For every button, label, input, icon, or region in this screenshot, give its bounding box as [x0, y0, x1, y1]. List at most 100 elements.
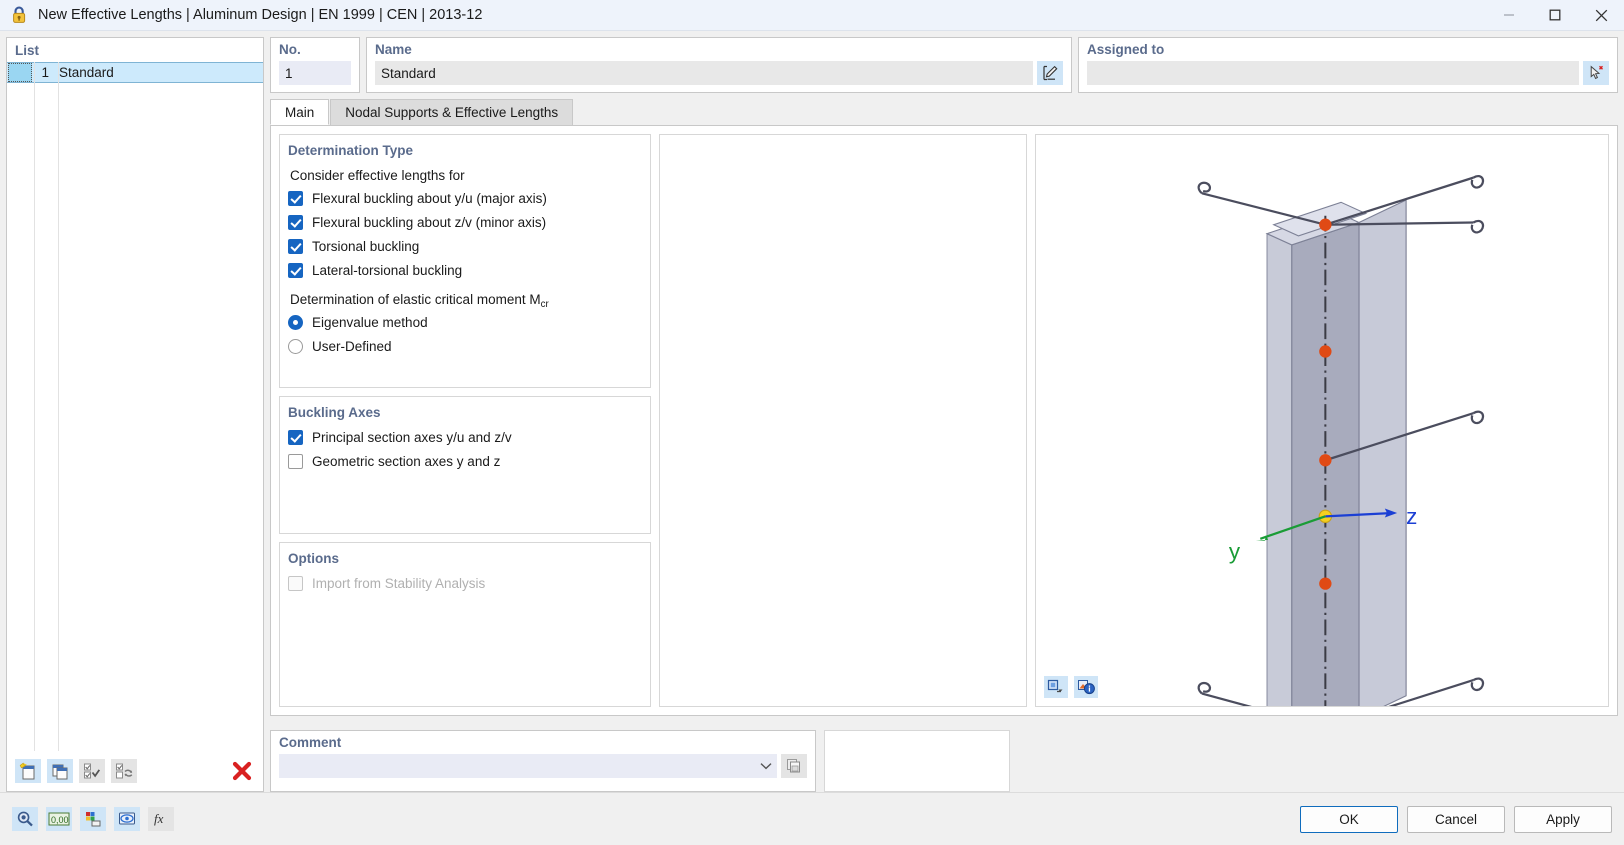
view-toolbar	[1044, 676, 1098, 698]
checkbox-principal-axes-box[interactable]	[288, 430, 303, 445]
svg-text:fx: fx	[154, 811, 164, 826]
tab-main-label: Main	[285, 104, 315, 120]
options-caption: Options	[288, 551, 339, 566]
close-button[interactable]	[1578, 0, 1624, 31]
fx-icon[interactable]: fx	[148, 807, 174, 831]
comment-caption: Comment	[279, 735, 342, 750]
list-caption: List	[15, 43, 40, 58]
copy-icon[interactable]	[47, 759, 73, 783]
checkbox-torsional-buckling-label: Torsional buckling	[312, 239, 420, 254]
comment-combobox[interactable]	[279, 754, 777, 778]
dialog-body: List 1 Standard No. 1 Name Standard Assi…	[0, 31, 1624, 792]
effective-lengths-dialog: New Effective Lengths | Aluminum Design …	[0, 0, 1624, 845]
comment-group: Comment	[270, 730, 816, 792]
copy-comment-icon[interactable]	[781, 754, 807, 778]
name-input-row	[375, 61, 1063, 85]
checkbox-flexural-z-box[interactable]	[288, 215, 303, 230]
assigned-input-row	[1087, 61, 1609, 85]
checkbox-flexural-y-box[interactable]	[288, 191, 303, 206]
select-objects-icon[interactable]	[1583, 61, 1609, 85]
info-icon[interactable]	[1074, 676, 1098, 698]
radio-eigenvalue-method-label: Eigenvalue method	[312, 315, 428, 330]
comment-side-panel	[824, 730, 1010, 792]
checkbox-lateral-torsional-buckling[interactable]: Lateral-torsional buckling	[288, 263, 642, 278]
elastic-critical-moment-label: Determination of elastic critical moment…	[290, 292, 642, 310]
apply-button[interactable]: Apply	[1514, 805, 1612, 833]
window-controls	[1486, 0, 1624, 31]
dialog-footer: 0,00 fx OK Cancel Apply	[0, 792, 1624, 845]
list-item-label: Standard	[59, 65, 114, 80]
checkbox-flexural-y[interactable]: Flexural buckling about y/u (major axis)	[288, 191, 642, 206]
checkbox-principal-axes-label: Principal section axes y/u and z/v	[312, 430, 512, 445]
preview-panel	[659, 134, 1027, 707]
radio-user-defined-dot[interactable]	[288, 339, 303, 354]
assigned-input[interactable]	[1087, 61, 1579, 85]
minimize-button[interactable]	[1486, 0, 1532, 31]
checkbox-torsional-buckling[interactable]: Torsional buckling	[288, 239, 642, 254]
checkbox-torsional-buckling-box[interactable]	[288, 239, 303, 254]
rename-icon[interactable]	[1037, 61, 1063, 85]
checkbox-geometric-axes-box[interactable]	[288, 454, 303, 469]
elastic-critical-moment-subscript: cr	[540, 298, 549, 310]
checkbox-flexural-z[interactable]: Flexural buckling about z/v (minor axis)	[288, 215, 642, 230]
tab-nodal-supports[interactable]: Nodal Supports & Effective Lengths	[330, 99, 574, 125]
checkbox-import-from-stability: Import from Stability Analysis	[288, 576, 642, 591]
name-input[interactable]	[375, 61, 1033, 85]
render-mode-icon[interactable]	[1044, 676, 1068, 698]
checkbox-import-from-stability-box	[288, 576, 303, 591]
list-rows: 1 Standard	[7, 62, 263, 751]
radio-eigenvalue-method[interactable]: Eigenvalue method	[288, 315, 642, 330]
node-point	[1319, 454, 1332, 467]
no-field-caption: No.	[279, 42, 301, 57]
tab-panel-main: Determination Type Consider effective le…	[270, 125, 1618, 716]
elastic-critical-moment-text: Determination of elastic critical moment…	[290, 292, 541, 307]
buckling-axes-group: Buckling Axes Principal section axes y/u…	[279, 396, 651, 534]
decimal-places-icon[interactable]: 0,00	[46, 807, 72, 831]
cancel-button[interactable]: Cancel	[1407, 805, 1505, 833]
checkbox-principal-axes[interactable]: Principal section axes y/u and z/v	[288, 430, 642, 445]
buckling-axes-caption: Buckling Axes	[288, 405, 381, 420]
tab-area: Main Nodal Supports & Effective Lengths …	[270, 99, 1618, 716]
header-fields: No. Name	[270, 37, 1618, 93]
invert-selection-icon[interactable]	[111, 759, 137, 783]
radio-user-defined[interactable]: User-Defined	[288, 339, 642, 354]
radio-user-defined-label: User-Defined	[312, 339, 392, 354]
magnifier-units-icon[interactable]	[12, 807, 38, 831]
checkbox-lateral-torsional-buckling-box[interactable]	[288, 263, 303, 278]
new-document-icon[interactable]	[15, 759, 41, 783]
assigned-field-caption: Assigned to	[1087, 42, 1165, 57]
model-3d-view[interactable]: z y	[1036, 135, 1608, 707]
list-item-number: 1	[41, 65, 49, 80]
checkbox-import-from-stability-label: Import from Stability Analysis	[312, 576, 486, 591]
list-column-divider-2	[58, 62, 59, 751]
determination-type-caption: Determination Type	[288, 143, 414, 158]
tab-main[interactable]: Main	[270, 99, 330, 125]
maximize-button[interactable]	[1532, 0, 1578, 31]
tab-nodal-supports-label: Nodal Supports & Effective Lengths	[345, 105, 559, 120]
checkbox-geometric-axes[interactable]: Geometric section axes y and z	[288, 454, 642, 469]
node-point	[1319, 345, 1332, 358]
list-toolbar	[7, 751, 263, 791]
determination-type-group: Determination Type Consider effective le…	[279, 134, 651, 388]
comment-row: Comment	[270, 730, 1618, 792]
chevron-down-icon[interactable]	[756, 754, 777, 778]
red-x-icon[interactable]	[229, 759, 255, 783]
model-view-panel[interactable]: z y	[1035, 134, 1609, 707]
list-panel: List 1 Standard	[6, 37, 264, 792]
display-settings-icon[interactable]	[114, 807, 140, 831]
list-item[interactable]: 1 Standard	[7, 62, 263, 83]
comment-input[interactable]	[279, 755, 756, 777]
list-item-checkbox[interactable]	[8, 63, 32, 82]
settings-column: Determination Type Consider effective le…	[279, 134, 651, 707]
ok-button[interactable]: OK	[1300, 805, 1398, 833]
check-all-icon[interactable]	[79, 759, 105, 783]
dialog-actions: OK Cancel Apply	[1300, 805, 1612, 833]
color-settings-icon[interactable]	[80, 807, 106, 831]
name-field-group: Name	[366, 37, 1072, 93]
radio-eigenvalue-method-dot[interactable]	[288, 315, 303, 330]
node-point	[1319, 577, 1332, 590]
list-column-divider-1	[34, 62, 35, 751]
no-input[interactable]	[279, 61, 351, 85]
checkbox-lateral-torsional-buckling-label: Lateral-torsional buckling	[312, 263, 463, 278]
tab-strip: Main Nodal Supports & Effective Lengths	[270, 99, 1618, 125]
